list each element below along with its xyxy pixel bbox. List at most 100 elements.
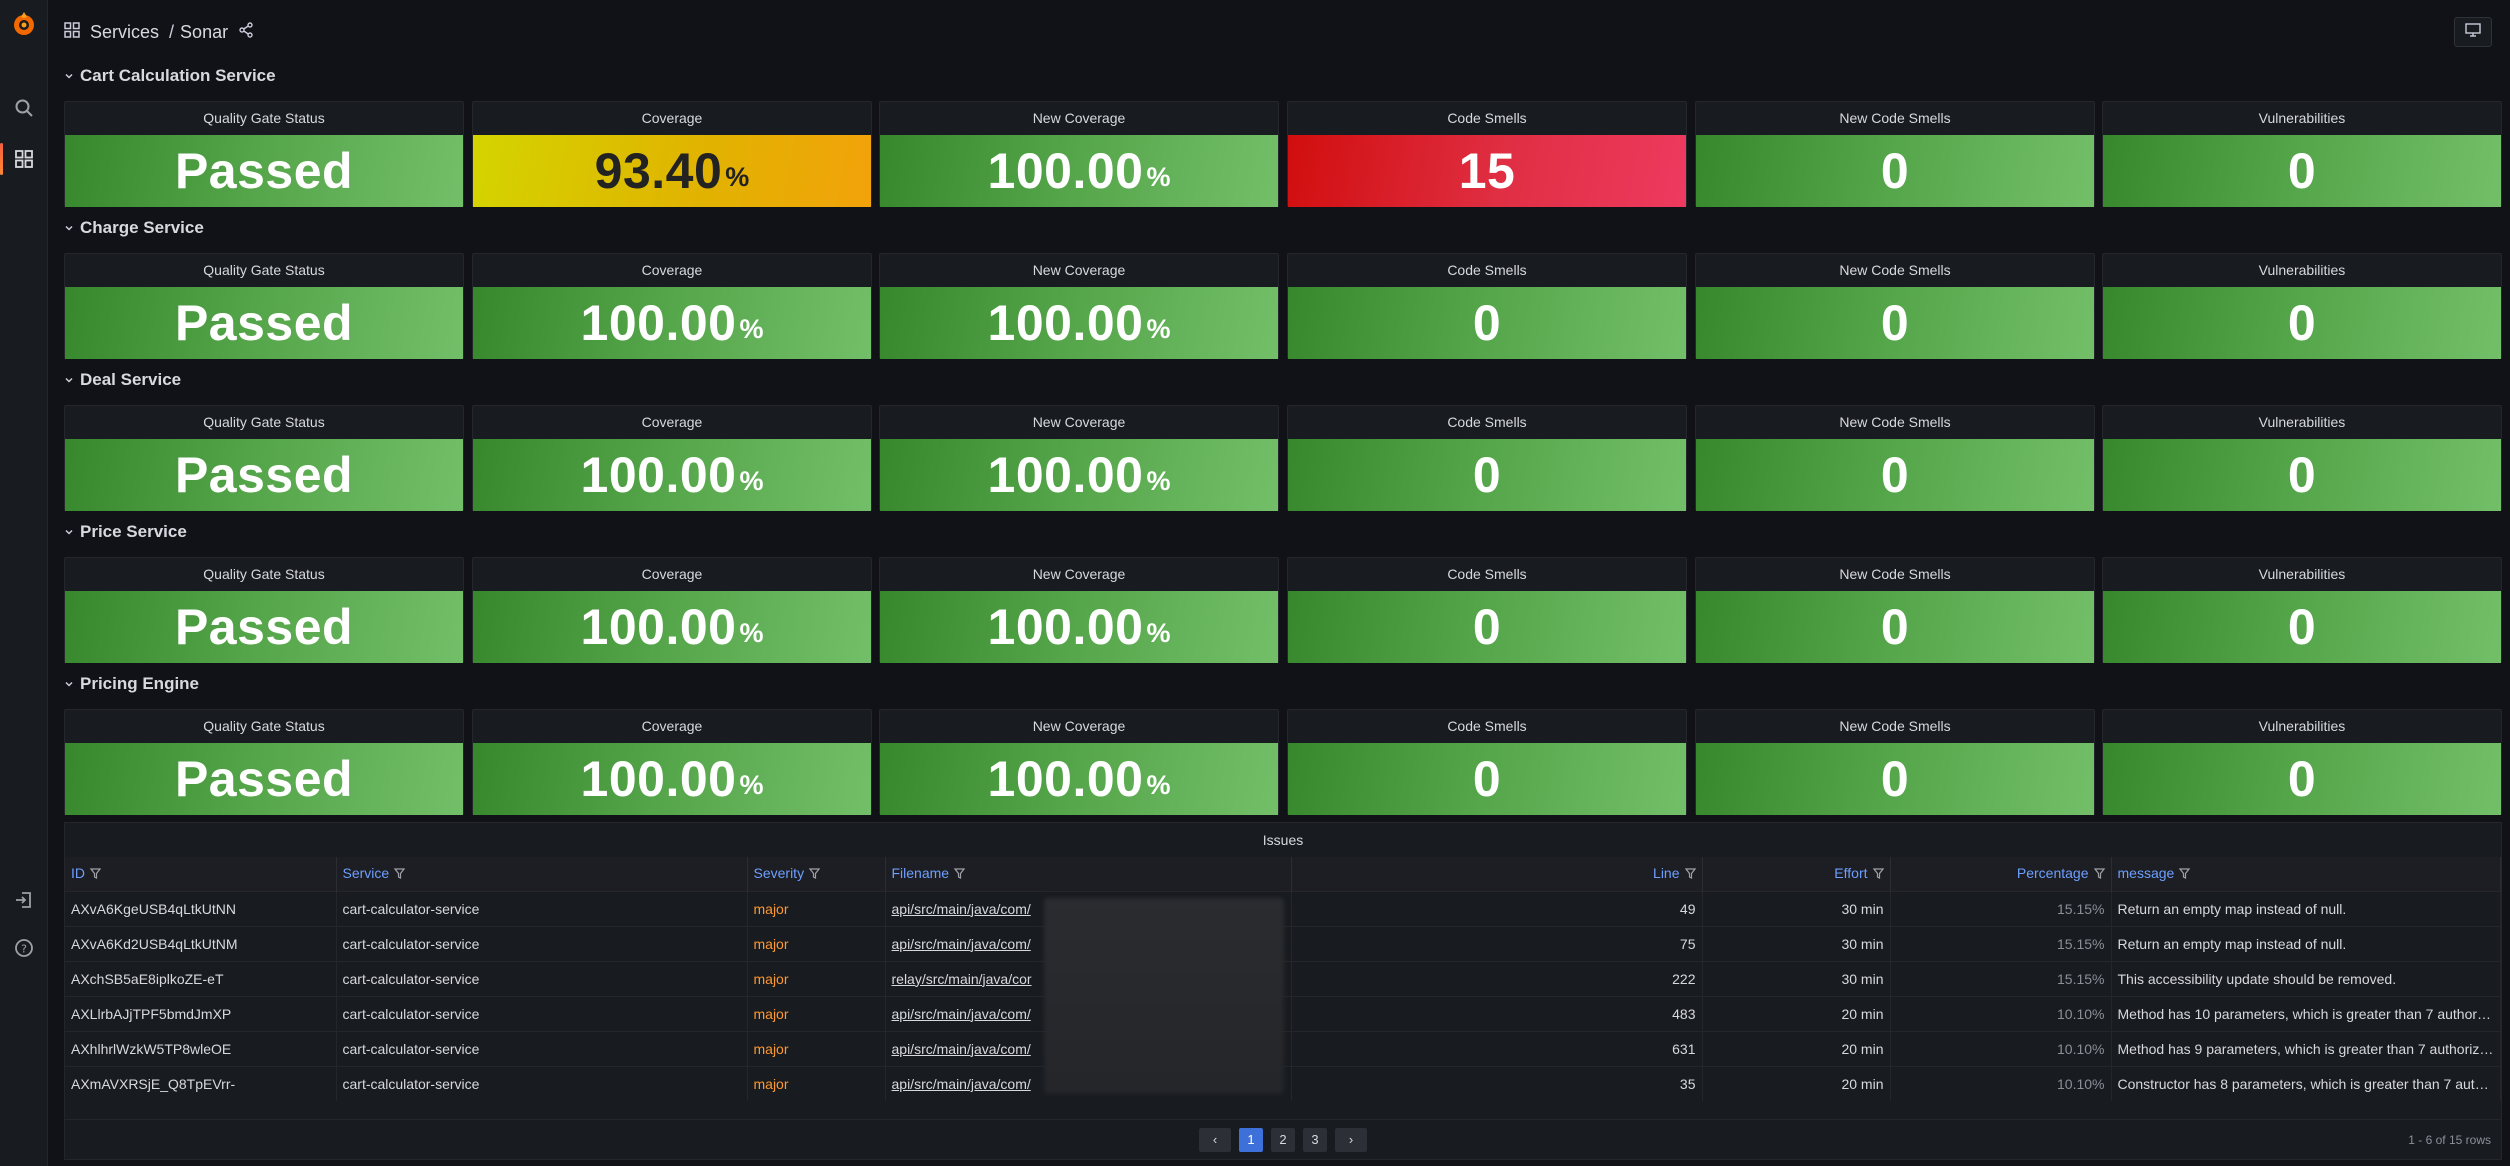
stat-value: 0 <box>2287 295 2317 351</box>
stat-panel[interactable]: Coverage 100.00% <box>472 709 872 815</box>
column-header[interactable]: Effort <box>1702 857 1891 891</box>
filter-icon[interactable] <box>1684 866 1696 882</box>
panel-title: Quality Gate Status <box>203 718 325 734</box>
stat-panel[interactable]: Code Smells 0 <box>1287 557 1687 663</box>
page-2-button[interactable]: 2 <box>1271 1127 1295 1152</box>
page-1-button[interactable]: 1 <box>1239 1127 1263 1152</box>
stat-panel[interactable]: New Code Smells 0 <box>1695 405 2095 511</box>
breadcrumb: Services / Sonar <box>64 22 254 43</box>
filename-link[interactable]: relay/src/main/java/cor <box>892 971 1032 987</box>
stat-unit: % <box>1146 618 1171 648</box>
filter-icon[interactable] <box>1872 866 1884 882</box>
apps-icon[interactable] <box>64 21 80 43</box>
prev-page-button[interactable]: ‹ <box>1199 1127 1231 1152</box>
stat-panel[interactable]: Quality Gate Status Passed <box>64 253 464 359</box>
row-title: Charge Service <box>80 218 204 237</box>
search-icon[interactable] <box>0 88 48 128</box>
filename-link[interactable]: api/src/main/java/com/ <box>892 1006 1031 1022</box>
stat-panel[interactable]: New Coverage 100.00% <box>879 709 1279 815</box>
stat-panel[interactable]: New Code Smells 0 <box>1695 253 2095 359</box>
column-header[interactable]: message <box>2111 857 2501 891</box>
stat-panel[interactable]: Code Smells 0 <box>1287 405 1687 511</box>
stat-panel[interactable]: Quality Gate Status Passed <box>64 405 464 511</box>
column-header[interactable]: Service <box>336 857 748 891</box>
panel-title: New Coverage <box>1032 414 1126 430</box>
filter-icon[interactable] <box>2179 866 2191 882</box>
grafana-logo-icon[interactable] <box>0 4 48 44</box>
tv-mode-button[interactable] <box>2454 17 2492 47</box>
panel-title: Code Smells <box>1447 414 1527 430</box>
stat-panel[interactable]: Coverage 93.40% <box>472 101 872 207</box>
row-header[interactable]: Deal Service <box>64 370 181 390</box>
dashboard-title[interactable]: Sonar <box>180 22 228 43</box>
stat-panel[interactable]: Code Smells 0 <box>1287 253 1687 359</box>
column-header[interactable]: Line <box>1291 857 1703 891</box>
filter-icon[interactable] <box>89 866 102 882</box>
stat-panel[interactable]: Vulnerabilities 0 <box>2102 253 2502 359</box>
page-3-button[interactable]: 3 <box>1303 1127 1327 1152</box>
stat-value-box: 100.00% <box>473 439 871 511</box>
stat-panel[interactable]: New Coverage 100.00% <box>879 557 1279 663</box>
column-header-label: Service <box>342 865 390 882</box>
chevron-down-icon <box>64 370 74 390</box>
stat-value: 100.00 <box>580 447 737 503</box>
stat-panel[interactable]: Code Smells 15 <box>1287 101 1687 207</box>
stat-panel[interactable]: New Code Smells 0 <box>1695 557 2095 663</box>
panel-title: Coverage <box>641 110 703 126</box>
column-header[interactable]: Severity <box>747 857 886 891</box>
breadcrumb-folder[interactable]: Services <box>90 22 159 43</box>
stat-panel[interactable]: New Coverage 100.00% <box>879 253 1279 359</box>
panel-title: New Code Smells <box>1839 110 1951 126</box>
share-icon[interactable] <box>238 21 254 43</box>
stat-value-box: 0 <box>1288 287 1686 359</box>
dashboards-icon[interactable] <box>0 139 48 179</box>
stat-panel[interactable]: New Coverage 100.00% <box>879 101 1279 207</box>
stat-value-box: Passed <box>65 287 463 359</box>
row-header[interactable]: Cart Calculation Service <box>64 66 276 86</box>
table-cell: 20 min <box>1702 1065 1891 1101</box>
stat-value-box: Passed <box>65 743 463 815</box>
column-header[interactable]: Percentage <box>1890 857 2112 891</box>
stat-panel[interactable]: Coverage 100.00% <box>472 557 872 663</box>
filename-link[interactable]: api/src/main/java/com/ <box>892 1041 1031 1057</box>
filename-link[interactable]: api/src/main/java/com/ <box>892 936 1031 952</box>
help-icon[interactable]: ? <box>0 928 48 968</box>
table-cell: Constructor has 8 parameters, which is g… <box>2111 1065 2501 1101</box>
filter-icon[interactable] <box>2093 866 2105 882</box>
stat-panel[interactable]: New Code Smells 0 <box>1695 101 2095 207</box>
stat-panel[interactable]: Quality Gate Status Passed <box>64 709 464 815</box>
row-header[interactable]: Pricing Engine <box>64 674 199 694</box>
stat-panel[interactable]: New Coverage 100.00% <box>879 405 1279 511</box>
row-header[interactable]: Price Service <box>64 522 187 542</box>
sign-in-icon[interactable] <box>0 880 48 920</box>
column-header[interactable]: Filename <box>885 857 1292 891</box>
stat-panel[interactable]: Vulnerabilities 0 <box>2102 709 2502 815</box>
next-page-button[interactable]: › <box>1335 1127 1367 1152</box>
stat-panel[interactable]: Coverage 100.00% <box>472 253 872 359</box>
stat-panel[interactable]: Vulnerabilities 0 <box>2102 101 2502 207</box>
filename-link[interactable]: api/src/main/java/com/ <box>892 1076 1031 1092</box>
stat-value-box: 0 <box>1696 439 2094 511</box>
row-header[interactable]: Charge Service <box>64 218 204 238</box>
table-cell: 15.15% <box>1890 890 2112 926</box>
table-cell: cart-calculator-service <box>336 925 748 961</box>
stat-panel[interactable]: Coverage 100.00% <box>472 405 872 511</box>
stat-panel[interactable]: Code Smells 0 <box>1287 709 1687 815</box>
stat-panel[interactable]: Quality Gate Status Passed <box>64 101 464 207</box>
filename-link[interactable]: api/src/main/java/com/ <box>892 901 1031 917</box>
filter-icon[interactable] <box>808 866 821 882</box>
filter-icon[interactable] <box>393 866 406 882</box>
stat-unit: % <box>725 162 750 192</box>
filter-icon[interactable] <box>953 866 966 882</box>
stat-panel[interactable]: Vulnerabilities 0 <box>2102 557 2502 663</box>
table-cell: Return an empty map instead of null. <box>2111 925 2501 961</box>
stat-value: 100.00 <box>987 751 1144 807</box>
stat-panel[interactable]: Vulnerabilities 0 <box>2102 405 2502 511</box>
stat-panel[interactable]: New Code Smells 0 <box>1695 709 2095 815</box>
column-header[interactable]: ID <box>65 857 337 891</box>
panel-title: Vulnerabilities <box>2258 414 2346 430</box>
stat-value: 0 <box>1472 599 1502 655</box>
panel-title: Code Smells <box>1447 718 1527 734</box>
panel-title: New Code Smells <box>1839 566 1951 582</box>
stat-panel[interactable]: Quality Gate Status Passed <box>64 557 464 663</box>
